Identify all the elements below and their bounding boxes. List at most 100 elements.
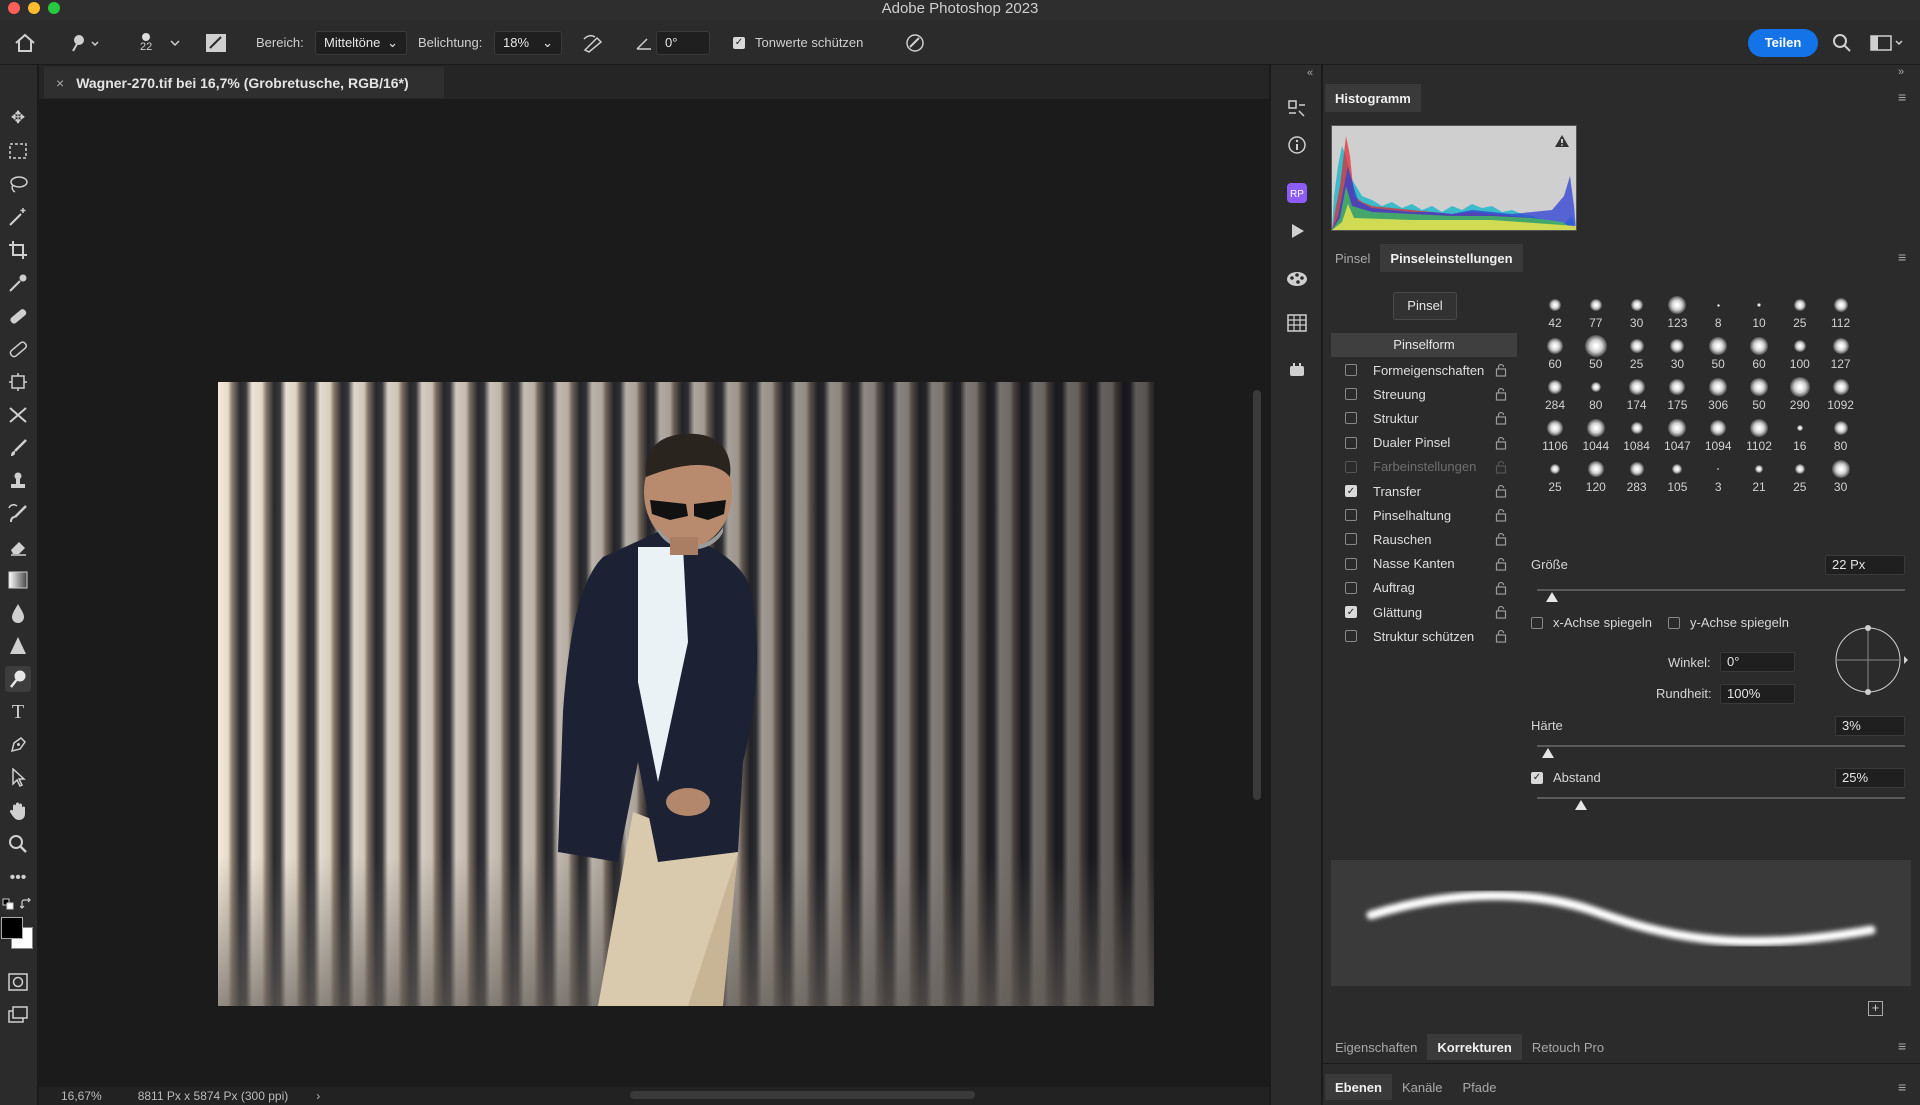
brush-tip[interactable]: 3: [1700, 460, 1736, 494]
brush-tip[interactable]: 175: [1659, 378, 1695, 412]
minimize-window-button[interactable]: [28, 2, 40, 14]
chevron-right-icon[interactable]: ›: [316, 1089, 320, 1103]
workspace-icon[interactable]: [1870, 20, 1904, 65]
swatches-grid-icon[interactable]: [1283, 309, 1311, 337]
brush-tip[interactable]: 50: [1741, 378, 1777, 412]
brush-tip[interactable]: 1047: [1659, 419, 1695, 453]
lock-icon[interactable]: [1495, 436, 1509, 450]
libraries-icon[interactable]: [1283, 355, 1311, 383]
dodge-tool-preset-icon[interactable]: [70, 20, 100, 65]
lock-icon[interactable]: [1495, 532, 1509, 546]
crop-tool-icon[interactable]: [5, 237, 31, 263]
frame-tool-icon[interactable]: [5, 369, 31, 395]
document-image[interactable]: [218, 382, 1154, 1006]
patch-tool-icon[interactable]: [5, 336, 31, 362]
exposure-input[interactable]: 18% ⌄: [494, 30, 562, 55]
flip-y-checkbox[interactable]: [1668, 616, 1680, 629]
eraser-tool-icon[interactable]: [5, 534, 31, 560]
brush-option-checkbox[interactable]: [1345, 364, 1357, 376]
brush-tip[interactable]: 290: [1782, 377, 1818, 412]
lock-icon[interactable]: [1495, 508, 1509, 522]
brush-tip[interactable]: 25: [1537, 460, 1573, 494]
tab-pfade[interactable]: Pfade: [1452, 1074, 1506, 1100]
tab-retouch-pro[interactable]: Retouch Pro: [1522, 1034, 1614, 1060]
brush-tip[interactable]: 80: [1578, 378, 1614, 412]
brush-tool-icon[interactable]: [5, 435, 31, 461]
lock-icon[interactable]: [1495, 605, 1509, 619]
history-panel-icon[interactable]: [1283, 95, 1311, 123]
flip-x-option[interactable]: x-Achse spiegeln: [1531, 615, 1652, 630]
gradient-tool-icon[interactable]: [5, 567, 31, 593]
brush-tip[interactable]: 127: [1823, 337, 1859, 371]
brush-tip[interactable]: 25: [1782, 460, 1818, 494]
brush-tip[interactable]: 42: [1537, 296, 1573, 330]
brush-tip[interactable]: 30: [1659, 337, 1695, 371]
maximize-window-button[interactable]: [48, 2, 60, 14]
close-tab-icon[interactable]: ×: [56, 75, 64, 91]
size-slider[interactable]: [1537, 589, 1905, 591]
brush-angle-roundness-widget[interactable]: [1818, 615, 1908, 705]
brush-option-checkbox[interactable]: [1345, 630, 1357, 643]
lock-icon[interactable]: [1495, 484, 1509, 498]
zoom-level[interactable]: 16,67%: [61, 1089, 102, 1103]
healing-brush-tool-icon[interactable]: [5, 303, 31, 329]
home-icon[interactable]: [14, 20, 36, 65]
actions-play-icon[interactable]: [1283, 217, 1311, 245]
panel-menu-icon[interactable]: ≡: [1898, 89, 1906, 105]
spacing-input[interactable]: 25%: [1835, 768, 1905, 788]
brush-option-checkbox[interactable]: [1345, 388, 1357, 401]
pen-tool-icon[interactable]: [5, 732, 31, 758]
info-icon[interactable]: [1283, 131, 1311, 159]
brush-option-checkbox[interactable]: [1345, 581, 1357, 594]
more-tools-icon[interactable]: •••: [5, 865, 31, 891]
spacing-option[interactable]: ✓ Abstand: [1531, 770, 1601, 785]
lasso-tool-icon[interactable]: [5, 171, 31, 197]
lock-icon[interactable]: [1495, 411, 1509, 425]
brush-settings-toggle-icon[interactable]: [205, 20, 227, 65]
angle-input[interactable]: 0°: [1720, 652, 1795, 672]
brush-tip[interactable]: 21: [1741, 460, 1777, 494]
move-tool-icon[interactable]: ✥: [5, 105, 31, 131]
collapse-panels-icon[interactable]: «: [1307, 67, 1313, 79]
brush-tip[interactable]: 50: [1578, 335, 1614, 371]
brush-tip[interactable]: 30: [1823, 460, 1859, 494]
brush-tip[interactable]: 1102: [1741, 419, 1777, 453]
warning-icon[interactable]: [1554, 134, 1570, 148]
tab-ebenen[interactable]: Ebenen: [1325, 1074, 1392, 1100]
lock-icon[interactable]: [1495, 629, 1509, 643]
brush-tip[interactable]: 16: [1782, 419, 1818, 453]
tab-pinseleinstellungen[interactable]: Pinseleinstellungen: [1380, 244, 1523, 272]
blur-tool-icon[interactable]: [5, 600, 31, 626]
brush-tip[interactable]: 1106: [1537, 419, 1573, 453]
brush-option-checkbox[interactable]: [1345, 509, 1357, 522]
size-input[interactable]: 22 Px: [1825, 555, 1905, 575]
airbrush-icon[interactable]: [582, 20, 604, 65]
brush-option-checkbox[interactable]: [1345, 436, 1357, 449]
marquee-tool-icon[interactable]: [5, 138, 31, 164]
content-aware-move-icon[interactable]: [5, 402, 31, 428]
create-brush-icon[interactable]: +: [1868, 1001, 1883, 1016]
brush-tip[interactable]: 100: [1782, 337, 1818, 371]
eyedropper-tool-icon[interactable]: [5, 270, 31, 296]
protect-tones-option[interactable]: ✓ Tonwerte schützen: [733, 20, 863, 65]
tab-kanaele[interactable]: Kanäle: [1392, 1074, 1452, 1100]
canvas-area[interactable]: [39, 99, 1255, 1087]
brush-tip[interactable]: 123: [1659, 296, 1695, 330]
tab-pinsel[interactable]: Pinsel: [1325, 244, 1380, 272]
brush-tip[interactable]: 306: [1700, 378, 1736, 412]
color-palette-icon[interactable]: [1283, 265, 1311, 293]
magic-wand-tool-icon[interactable]: [5, 204, 31, 230]
brush-tip[interactable]: 10: [1741, 296, 1777, 330]
lock-icon[interactable]: [1495, 557, 1509, 571]
hardness-slider[interactable]: [1537, 745, 1905, 747]
panel-menu-icon[interactable]: ≡: [1898, 1079, 1906, 1095]
brush-option-checkbox[interactable]: [1345, 557, 1357, 570]
hardness-input[interactable]: 3%: [1835, 716, 1905, 736]
brush-tip[interactable]: 284: [1537, 378, 1573, 412]
brush-option-checkbox[interactable]: [1345, 412, 1357, 425]
brush-tip[interactable]: 80: [1823, 419, 1859, 453]
path-selection-tool-icon[interactable]: [5, 765, 31, 791]
brush-tip[interactable]: 50: [1700, 337, 1736, 371]
tab-korrekturen[interactable]: Korrekturen: [1427, 1034, 1522, 1060]
foreground-color-swatch[interactable]: [1, 917, 23, 939]
